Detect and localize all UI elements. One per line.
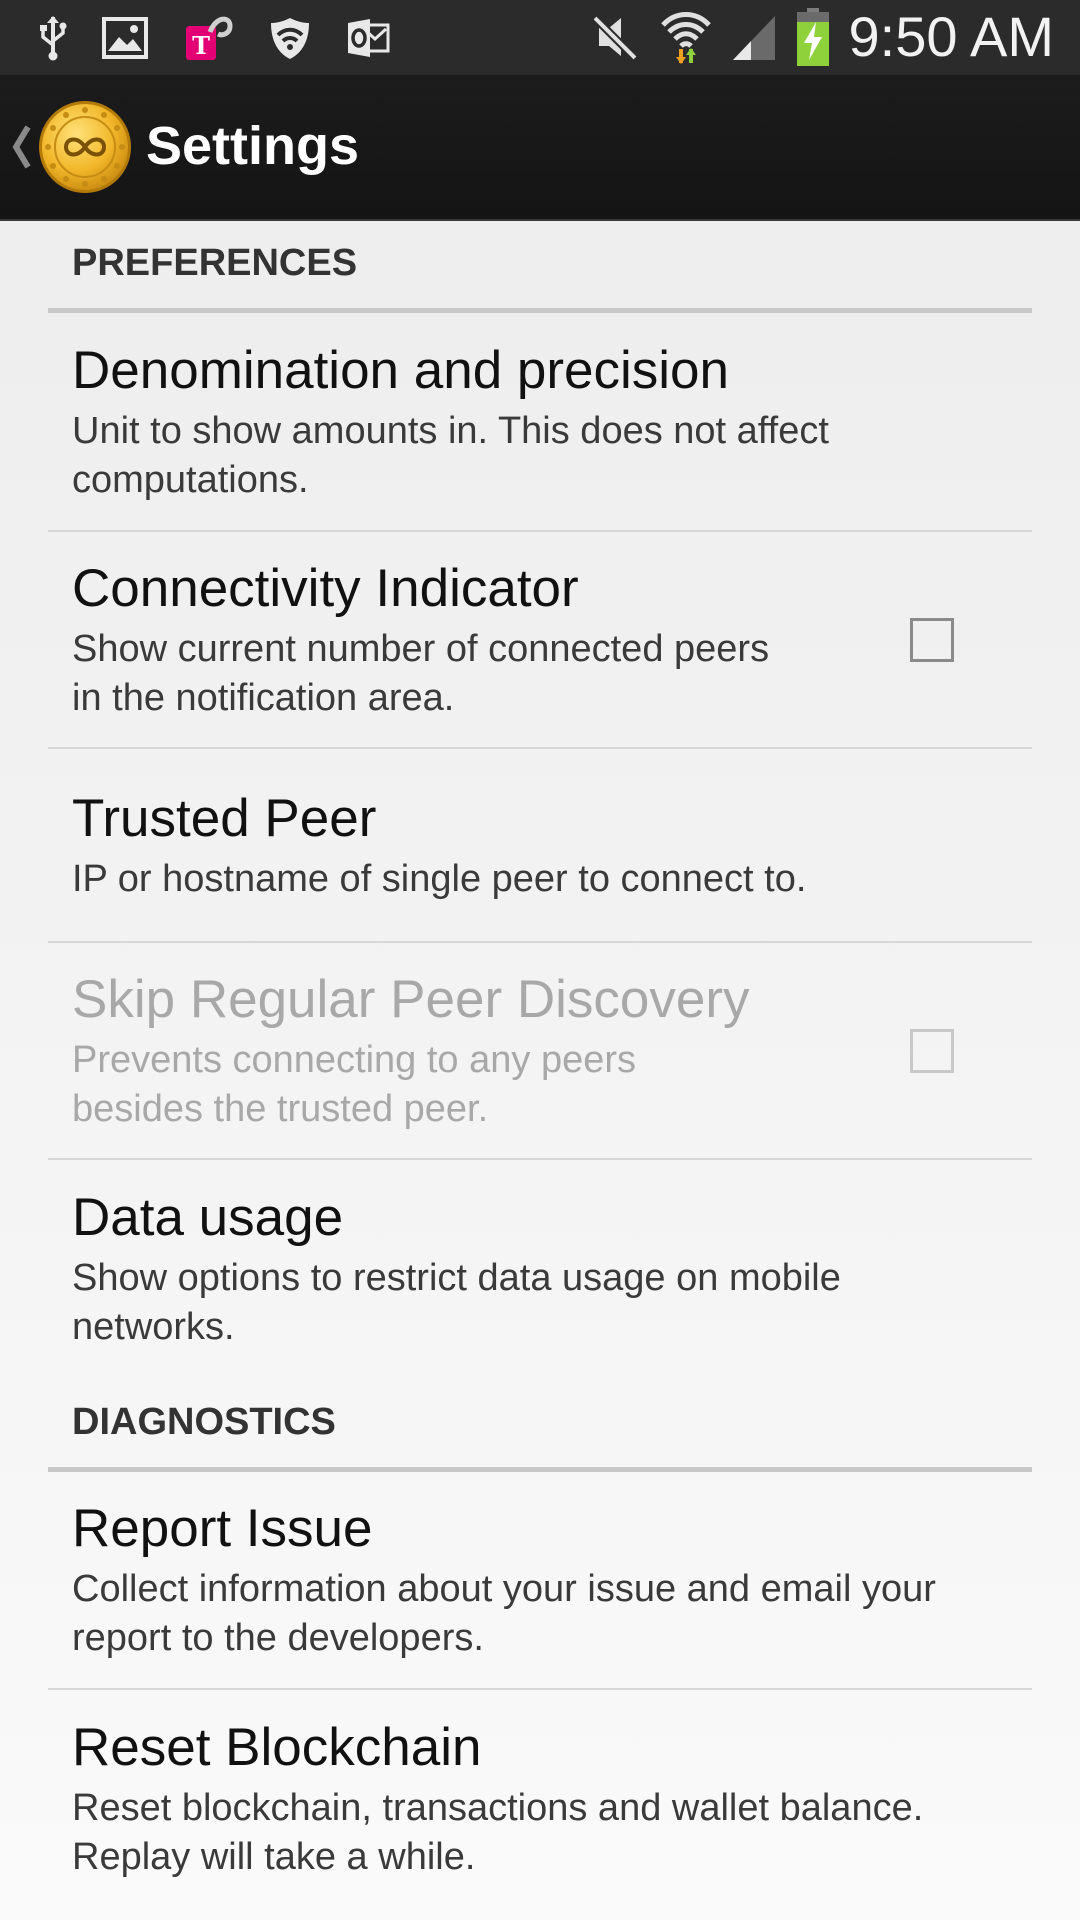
pref-title: Data usage	[72, 1188, 344, 1247]
pref-trusted-peer[interactable]: Trusted Peer IP or hostname of single pe…	[48, 749, 1032, 943]
clock: 9:50 AM	[848, 5, 1054, 68]
section-header-diagnostics: DIAGNOSTICS	[48, 1378, 1032, 1472]
pref-title: Connectivity Indicator	[72, 558, 579, 618]
pref-summary: Show options to restrict data usage on m…	[72, 1257, 841, 1348]
pref-title: Skip Regular Peer Discovery	[72, 969, 750, 1029]
pref-title: Reset Blockchain	[72, 1718, 482, 1777]
skip-peer-discovery-checkbox	[910, 1028, 954, 1073]
pref-title: Report Issue	[72, 1499, 373, 1558]
settings-list: PREFERENCES Denomination and precision U…	[48, 219, 1032, 1908]
coin-logo-icon[interactable]	[38, 100, 132, 194]
shield-icon	[271, 18, 309, 59]
pref-report-issue[interactable]: Report Issue Collect information about y…	[48, 1472, 1032, 1690]
pref-connectivity-indicator[interactable]: Connectivity Indicator Show current numb…	[48, 532, 1032, 749]
section-header-preferences: PREFERENCES	[48, 219, 1032, 313]
status-bar: T 9:50 AM	[0, 0, 1080, 75]
system-status: 9:50 AM	[591, 6, 1054, 68]
pref-summary: Reset blockchain, transactions and walle…	[72, 1787, 924, 1878]
pref-skip-regular-peer-discovery: Skip Regular Peer Discovery Prevents con…	[48, 943, 1032, 1160]
pref-title: Trusted Peer	[72, 788, 377, 848]
notification-icons: T	[38, 12, 390, 64]
page-title: Settings	[146, 116, 360, 176]
connectivity-indicator-checkbox[interactable]	[910, 617, 954, 662]
image-icon	[102, 17, 148, 59]
pref-summary: Unit to show amounts in. This does not a…	[72, 409, 829, 501]
chevron-left-icon[interactable]	[10, 123, 32, 171]
pref-denomination-and-precision[interactable]: Denomination and precision Unit to show …	[48, 313, 1032, 532]
pref-summary: Show current number of connected peers i…	[72, 627, 770, 719]
usb-icon	[40, 16, 67, 61]
pref-summary: IP or hostname of single peer to connect…	[72, 857, 807, 900]
mute-icon	[591, 15, 638, 61]
t-mobile-icon: T	[186, 16, 233, 60]
svg-text:T: T	[192, 31, 210, 60]
pref-summary: Prevents connecting to any peers besides…	[72, 1038, 637, 1130]
outlook-icon	[348, 19, 390, 57]
pref-reset-blockchain[interactable]: Reset Blockchain Reset blockchain, trans…	[48, 1690, 1032, 1908]
signal-icon	[732, 16, 775, 60]
action-bar: Settings	[0, 75, 1080, 221]
wifi-icon	[660, 12, 711, 64]
pref-data-usage[interactable]: Data usage Show options to restrict data…	[48, 1160, 1032, 1378]
battery-charging-icon	[796, 8, 829, 66]
pref-summary: Collect information about your issue and…	[72, 1568, 936, 1659]
pref-title: Denomination and precision	[72, 340, 730, 400]
